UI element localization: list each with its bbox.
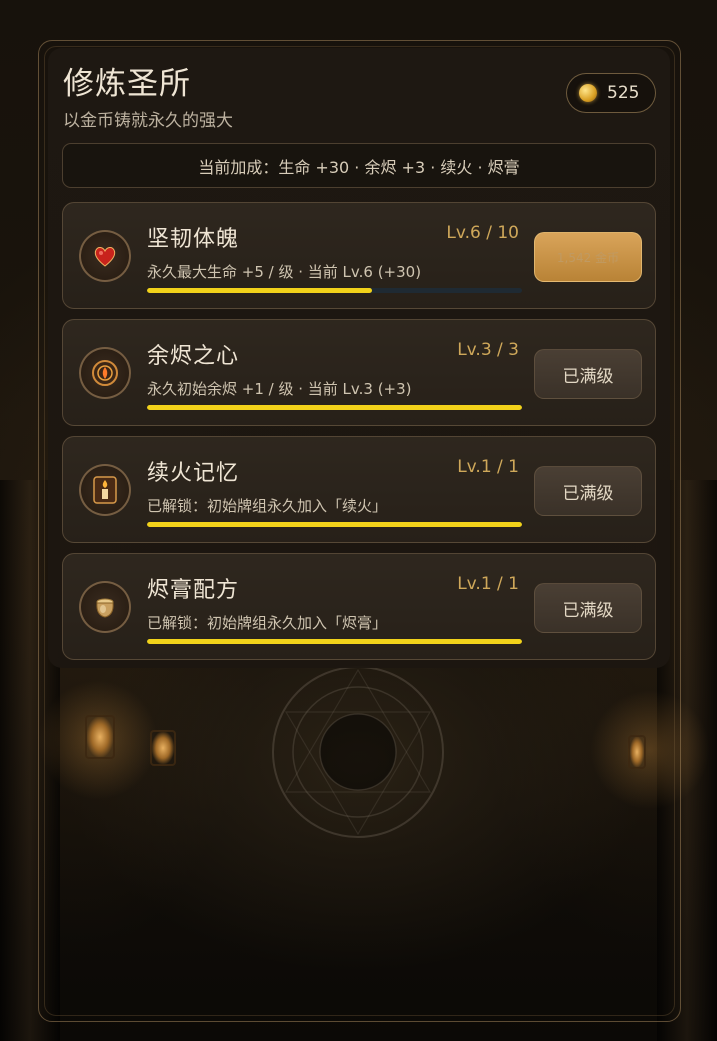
coin-balance: 525 (566, 73, 656, 113)
maxed-button[interactable]: 已满级 (534, 583, 642, 633)
candle-card-icon (79, 464, 131, 516)
upgrade-level: Lv.1 / 1 (457, 457, 519, 477)
upgrade-name: 坚韧体魄 (147, 227, 240, 252)
page-title: 修炼圣所 (63, 66, 191, 102)
upgrade-card-flame-memory: 续火记忆 Lv.1 / 1 已解锁：初始牌组永久加入「续火」 已满级 (62, 436, 656, 543)
upgrade-progress-fill (147, 288, 372, 293)
ember-sigil-icon (79, 347, 131, 399)
upgrade-level: Lv.1 / 1 (457, 574, 519, 594)
maxed-button[interactable]: 已满级 (534, 466, 642, 516)
page-subtitle: 以金币铸就永久的强大 (63, 111, 233, 131)
maxed-button[interactable]: 已满级 (534, 349, 642, 399)
upgrade-description: 已解锁：初始牌组永久加入「烬膏」 (147, 614, 388, 632)
current-bonus-summary: 当前加成：生命 +30 · 余烬 +3 · 续火 · 烬膏 (62, 143, 656, 188)
upgrade-card-fortitude: 坚韧体魄 Lv.6 / 10 永久最大生命 +5 / 级 · 当前 Lv.6 (… (62, 202, 656, 309)
upgrade-name: 烬膏配方 (147, 578, 240, 603)
salve-jar-icon (79, 581, 131, 633)
gold-coin-icon (579, 84, 597, 102)
upgrade-level: Lv.3 / 3 (457, 340, 519, 360)
upgrade-progress-bar (147, 405, 522, 410)
upgrade-button[interactable]: 1,542 金币 (534, 232, 642, 282)
upgrade-progress-bar (147, 639, 522, 644)
upgrade-name: 续火记忆 (147, 461, 240, 486)
upgrade-progress-fill (147, 522, 522, 527)
upgrade-level: Lv.6 / 10 (446, 223, 519, 243)
upgrade-card-salve-recipe: 烬膏配方 Lv.1 / 1 已解锁：初始牌组永久加入「烬膏」 已满级 (62, 553, 656, 660)
upgrade-name: 余烬之心 (147, 344, 240, 369)
upgrade-description: 已解锁：初始牌组永久加入「续火」 (147, 497, 388, 515)
coin-amount: 525 (607, 83, 640, 103)
upgrade-progress-bar (147, 522, 522, 527)
upgrade-description: 永久初始余烬 +1 / 级 · 当前 Lv.3 (+3) (147, 380, 412, 398)
upgrade-description: 永久最大生命 +5 / 级 · 当前 Lv.6 (+30) (147, 263, 422, 281)
upgrade-progress-fill (147, 405, 522, 410)
upgrade-card-ember-heart: 余烬之心 Lv.3 / 3 永久初始余烬 +1 / 级 · 当前 Lv.3 (+… (62, 319, 656, 426)
upgrade-progress-fill (147, 639, 522, 644)
upgrade-progress-bar (147, 288, 522, 293)
heart-potion-icon (79, 230, 131, 282)
